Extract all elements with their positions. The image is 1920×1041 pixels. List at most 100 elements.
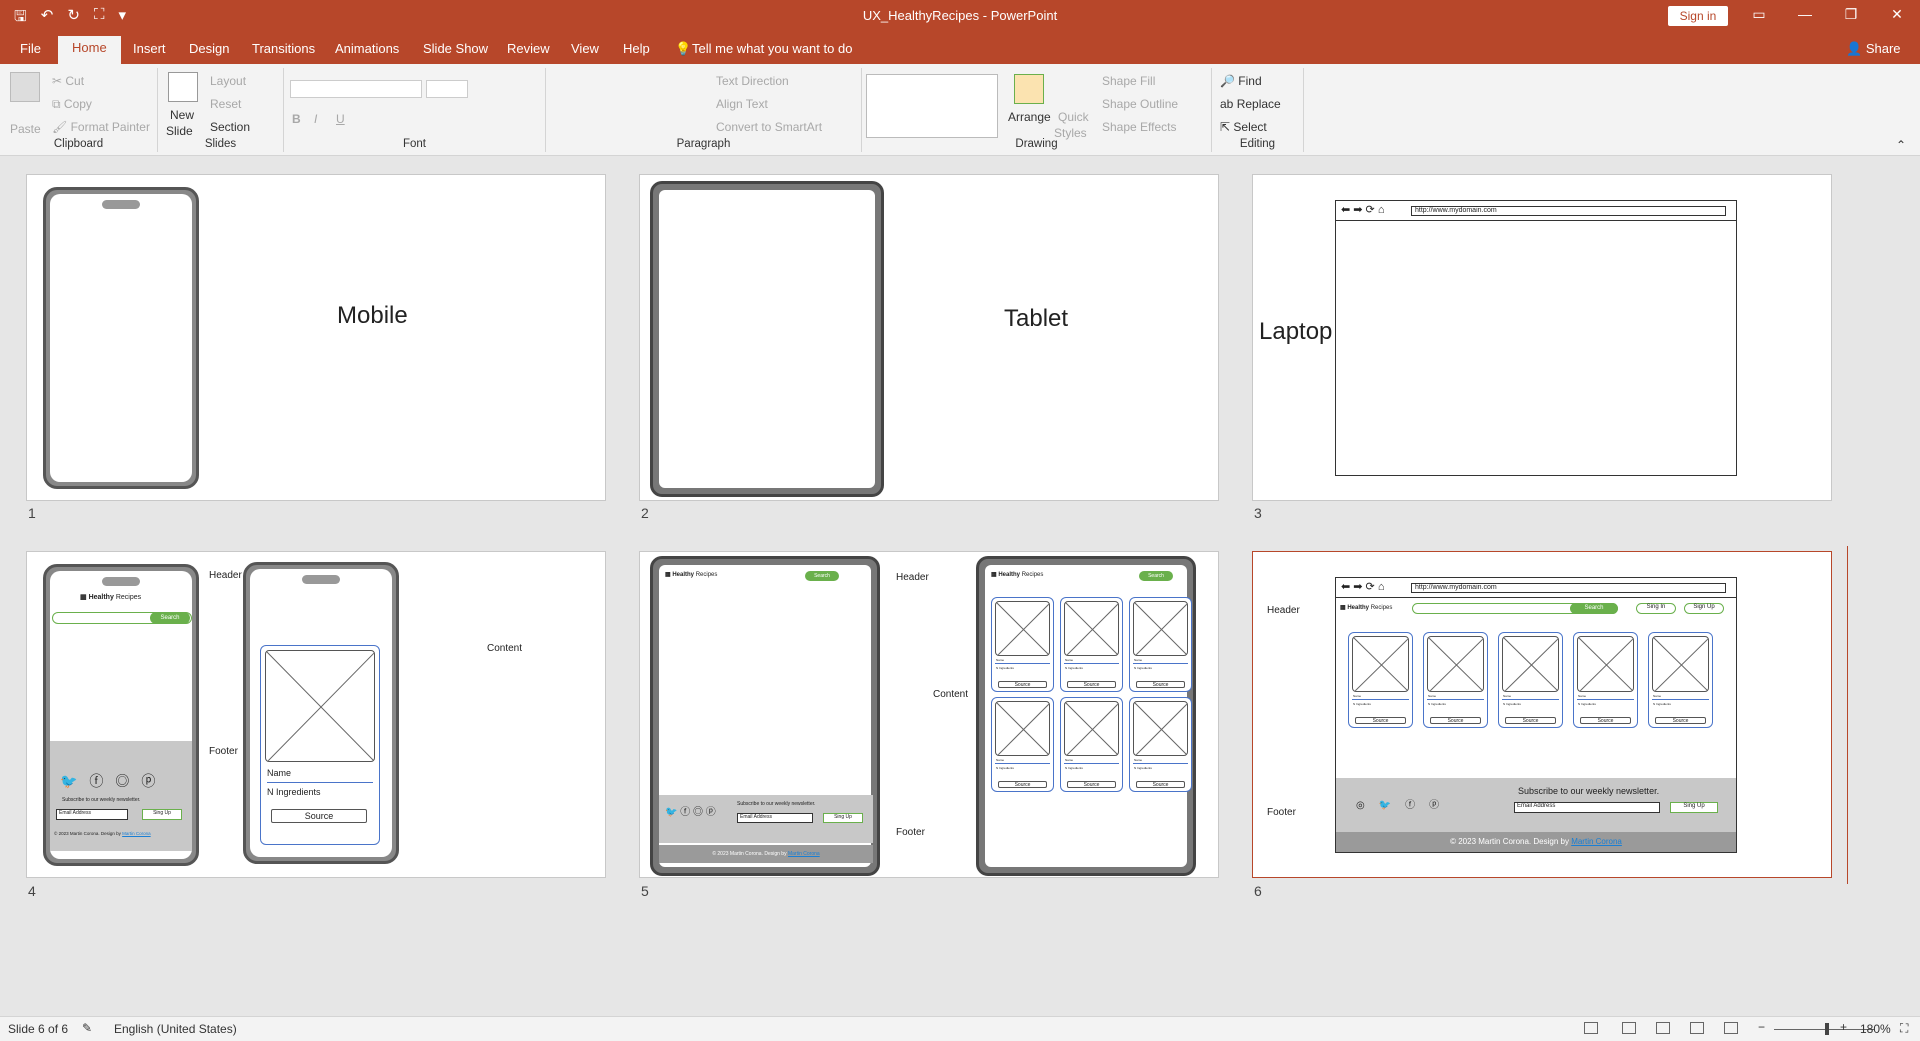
notes-check-icon[interactable]: ✎ (82, 1021, 92, 1035)
signup-button[interactable]: Sing Up (1670, 802, 1718, 813)
format-painter-button[interactable]: 🖌 Format Painter (52, 120, 150, 134)
sign-up-link[interactable]: Sign Up (1684, 603, 1724, 614)
new-slide-button[interactable]: New (170, 108, 194, 122)
arrange-icon[interactable] (1014, 74, 1044, 104)
shape-fill-button[interactable]: Shape Fill (1102, 74, 1155, 88)
shape-outline-button[interactable]: Shape Outline (1102, 97, 1178, 111)
slideshow-view-icon[interactable] (1724, 1022, 1738, 1034)
recipe-card[interactable]: Name N Ingredients Source (1129, 597, 1192, 692)
recipe-card[interactable]: Name N Ingredients Source (1498, 632, 1563, 728)
search-button[interactable]: Search (150, 612, 190, 624)
tab-slide-show[interactable]: Slide Show (423, 41, 488, 56)
zoom-in-icon[interactable]: + (1840, 1020, 1847, 1034)
recipe-card[interactable]: Name N Ingredients Source (1348, 632, 1413, 728)
replace-button[interactable]: ab Replace (1220, 97, 1281, 111)
social-icons[interactable]: 🐦ⓕ◎ⓟ (60, 771, 167, 791)
recipe-card[interactable]: Name N Ingredients Source (1060, 597, 1123, 692)
source-button[interactable]: Source (998, 681, 1047, 688)
section-button[interactable]: Section (210, 120, 250, 134)
slide-4[interactable]: ▦ Healthy Recipes Search 🐦ⓕ◎ⓟ Subscribe … (26, 551, 606, 878)
tab-review[interactable]: Review (507, 41, 550, 56)
source-button[interactable]: Source (271, 809, 367, 823)
share-button[interactable]: 👤 Share (1846, 41, 1901, 57)
new-slide-button-2[interactable]: Slide (166, 124, 193, 138)
paste-icon[interactable] (10, 72, 40, 102)
source-button[interactable]: Source (1580, 717, 1631, 724)
ribbon-display-options-icon[interactable]: ▭ (1744, 6, 1774, 23)
slide-2[interactable]: Tablet (639, 174, 1219, 501)
source-button[interactable]: Source (1136, 781, 1185, 788)
email-field[interactable]: Email Address (737, 813, 813, 823)
recipe-card[interactable]: Name N Ingredients Source (1648, 632, 1713, 728)
tab-view[interactable]: View (571, 41, 599, 56)
font-name-input[interactable] (290, 80, 422, 98)
search-button[interactable]: Search (1139, 571, 1173, 581)
tab-animations[interactable]: Animations (335, 41, 399, 56)
arrange-button[interactable]: Arrange (1008, 110, 1051, 124)
sign-in-link[interactable]: Sing In (1636, 603, 1676, 614)
source-button[interactable]: Source (1430, 717, 1481, 724)
recipe-card[interactable]: Name N Ingredients Source (1060, 697, 1123, 792)
zoom-out-icon[interactable]: − (1758, 1020, 1765, 1034)
text-direction-button[interactable]: Text Direction (716, 74, 789, 88)
bold-icon[interactable]: B (292, 112, 301, 126)
zoom-thumb[interactable] (1825, 1023, 1829, 1035)
signup-button[interactable]: Sing Up (142, 809, 182, 820)
close-icon[interactable]: ✕ (1882, 6, 1912, 23)
slide-1[interactable]: Mobile (26, 174, 606, 501)
search-button[interactable]: Search (1570, 603, 1618, 614)
minimize-icon[interactable]: — (1790, 6, 1820, 22)
language-indicator[interactable]: English (United States) (114, 1022, 237, 1036)
find-button[interactable]: 🔎 Find (1220, 74, 1262, 88)
email-field[interactable]: Email Address (1514, 802, 1660, 813)
cut-button[interactable]: ✂ Cut (52, 74, 84, 88)
normal-view-icon[interactable] (1622, 1022, 1636, 1034)
source-button[interactable]: Source (1505, 717, 1556, 724)
tell-me-box[interactable]: Tell me what you want to do (692, 41, 852, 56)
slide-3[interactable]: ⬅ ➡ ⟳ ⌂ http://www.mydomain.com Laptop (1252, 174, 1832, 501)
new-slide-icon[interactable] (168, 72, 198, 102)
recipe-card[interactable]: Name N Ingredients Source (1573, 632, 1638, 728)
tab-file[interactable]: File (20, 41, 41, 56)
paste-button[interactable]: Paste (10, 122, 41, 136)
copy-button[interactable]: ⧉ Copy (52, 97, 92, 112)
underline-icon[interactable]: U (336, 112, 345, 126)
recipe-card[interactable]: Name N Ingredients Source (1129, 697, 1192, 792)
align-text-button[interactable]: Align Text (716, 97, 768, 111)
sign-in-button[interactable]: Sign in (1668, 6, 1728, 26)
tab-help[interactable]: Help (623, 41, 650, 56)
collapse-ribbon-icon[interactable]: ⌃ (1896, 138, 1906, 152)
reading-view-icon[interactable] (1690, 1022, 1704, 1034)
restore-icon[interactable]: ❐ (1836, 6, 1866, 23)
source-button[interactable]: Source (1067, 681, 1116, 688)
source-button[interactable]: Source (1355, 717, 1406, 724)
shapes-gallery[interactable] (866, 74, 998, 138)
slide-5[interactable]: ▦ Healthy Recipes Search 🐦 ⓕ ◎ ⓟ Subscri… (639, 551, 1219, 878)
tab-home[interactable]: Home (58, 36, 121, 64)
select-button[interactable]: ⇱ Select (1220, 120, 1267, 134)
email-field[interactable]: Email Address (56, 809, 128, 820)
recipe-card[interactable]: Name N Ingredients Source (991, 597, 1054, 692)
social-icons[interactable]: ◎🐦ⓕⓟ (1356, 796, 1453, 811)
slide-sorter-view-icon[interactable] (1656, 1022, 1670, 1034)
recipe-card[interactable]: Name N Ingredients Source (991, 697, 1054, 792)
source-button[interactable]: Source (998, 781, 1047, 788)
tab-design[interactable]: Design (189, 41, 229, 56)
quick-styles-button[interactable]: Quick (1058, 110, 1089, 124)
slide-6[interactable]: ⬅ ➡ ⟳ ⌂ http://www.mydomain.com ▦ Health… (1252, 551, 1832, 878)
zoom-level[interactable]: 180% (1860, 1022, 1891, 1036)
search-button[interactable]: Search (805, 571, 839, 581)
shape-effects-button[interactable]: Shape Effects (1102, 120, 1177, 134)
tab-transitions[interactable]: Transitions (252, 41, 315, 56)
recipe-card[interactable]: Name N Ingredients Source (260, 645, 380, 845)
italic-icon[interactable]: I (314, 112, 317, 126)
source-button[interactable]: Source (1136, 681, 1185, 688)
source-button[interactable]: Source (1655, 717, 1706, 724)
reset-button[interactable]: Reset (210, 97, 241, 111)
font-size-input[interactable] (426, 80, 468, 98)
fit-to-window-icon[interactable]: ⛶ (1900, 1021, 1908, 1036)
notes-view-icon[interactable] (1584, 1022, 1598, 1034)
tab-insert[interactable]: Insert (133, 41, 166, 56)
layout-button[interactable]: Layout (210, 74, 246, 88)
zoom-slider[interactable] (1774, 1029, 1874, 1030)
